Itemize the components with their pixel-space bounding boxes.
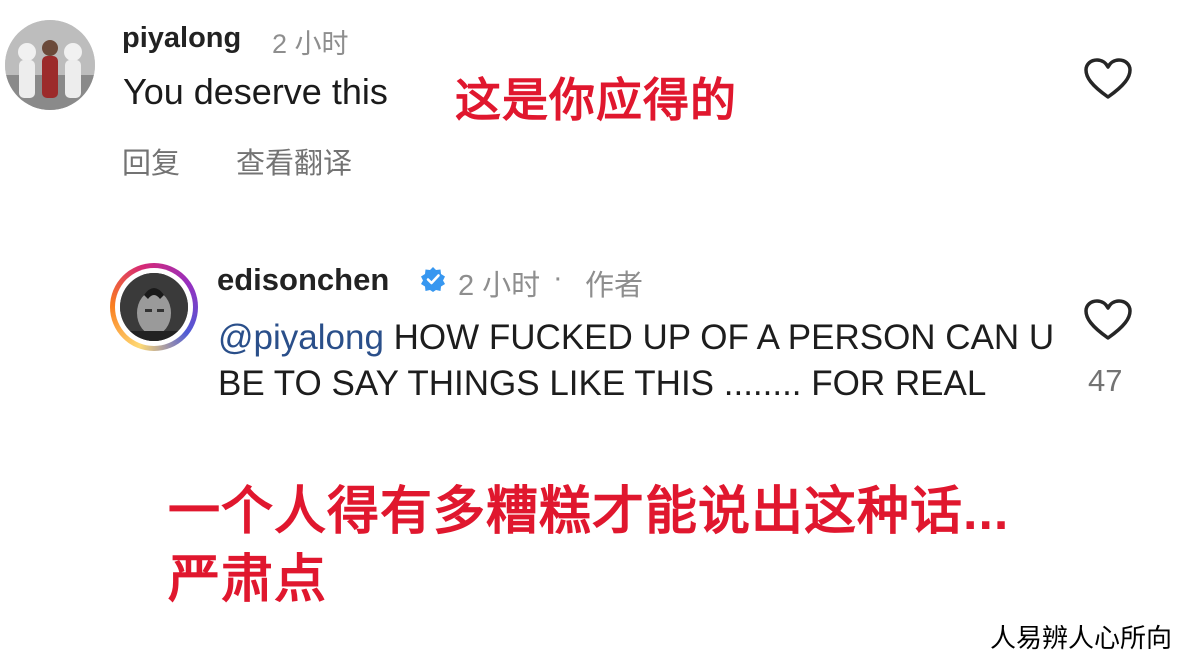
avatar-piyalong[interactable] — [5, 20, 95, 110]
translation-caption: 这是你应得的 — [455, 74, 737, 126]
translation-caption: 一个人得有多糟糕才能说出这种话... 严肃点 — [168, 478, 1009, 614]
avatar-edisonchen[interactable] — [110, 263, 198, 351]
see-translation-button[interactable]: 查看翻译 — [236, 140, 352, 182]
comment-username[interactable]: edisonchen — [217, 262, 389, 298]
comment-username[interactable]: piyalong — [122, 22, 241, 55]
comment-timestamp: 2 小时 — [458, 270, 541, 302]
separator-dot: · — [553, 262, 563, 294]
reply-button[interactable]: 回复 — [122, 140, 180, 182]
author-label: 作者 — [585, 270, 644, 302]
comment-timestamp: 2 小时 — [272, 29, 349, 59]
comment-text: You deserve this — [123, 71, 388, 112]
translation-line: 一个人得有多糟糕才能说出这种话... — [168, 483, 1010, 541]
heart-icon[interactable] — [1083, 57, 1133, 101]
avatar-photo — [5, 20, 95, 110]
comment-text: @piyalong HOW FUCKED UP OF A PERSON CAN … — [218, 315, 1078, 407]
avatar-photo — [120, 273, 188, 341]
like-count[interactable]: 47 — [1088, 363, 1122, 399]
verified-badge-icon — [421, 267, 445, 292]
watermark: 人易辨人心所向 — [990, 623, 1173, 653]
translation-line: 严肃点 — [168, 551, 328, 609]
heart-icon[interactable] — [1083, 298, 1133, 342]
mention-link[interactable]: @piyalong — [218, 318, 384, 357]
